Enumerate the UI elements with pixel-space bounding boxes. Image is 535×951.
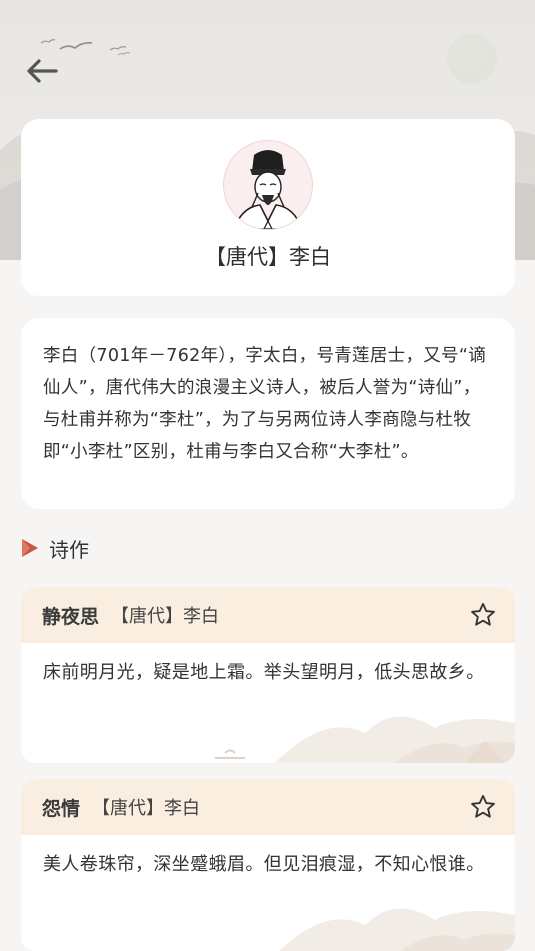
poem-title: 怨情 <box>42 797 81 820</box>
author-card: 【唐代】李白 <box>21 119 515 296</box>
poem-author: 【唐代】李白 <box>92 798 201 819</box>
section-title: 诗作 <box>49 537 89 562</box>
back-button[interactable] <box>22 54 62 88</box>
poem-text: 床前明月光，疑是地上霜。举头望明月，低头思故乡。 <box>43 662 485 683</box>
poem-body: 床前明月光，疑是地上霜。举头望明月，低头思故乡。 <box>21 643 515 763</box>
poem-title: 静夜思 <box>42 605 100 628</box>
star-outline-icon <box>471 794 495 818</box>
favorite-button[interactable] <box>469 793 497 821</box>
star-outline-icon <box>471 602 495 626</box>
author-avatar <box>223 140 313 230</box>
poem-card[interactable]: 怨情 【唐代】李白 美人卷珠帘，深坐蹙蛾眉。但见泪痕湿，不知心恨谁。 <box>21 779 515 951</box>
moon-decoration <box>447 34 497 84</box>
triangle-play-icon <box>22 539 38 557</box>
poem-card-header: 怨情 【唐代】李白 <box>21 779 515 835</box>
poem-body: 美人卷珠帘，深坐蹙蛾眉。但见泪痕湿，不知心恨谁。 <box>21 835 515 951</box>
author-name: 【唐代】李白 <box>205 245 331 269</box>
poem-author: 【唐代】李白 <box>111 606 220 627</box>
poet-portrait-icon <box>233 150 303 229</box>
section-header: 诗作 <box>21 533 89 563</box>
author-intro-text: 李白（701年－762年），字太白，号青莲居士，又号“谪仙人”，唐代伟大的浪漫主… <box>43 346 487 462</box>
author-intro-card: 李白（701年－762年），字太白，号青莲居士，又号“谪仙人”，唐代伟大的浪漫主… <box>21 318 515 509</box>
poem-card-header: 静夜思 【唐代】李白 <box>21 587 515 643</box>
arrow-left-icon <box>27 59 58 83</box>
favorite-button[interactable] <box>469 601 497 629</box>
poem-text: 美人卷珠帘，深坐蹙蛾眉。但见泪痕湿，不知心恨谁。 <box>43 854 485 875</box>
poem-card[interactable]: 静夜思 【唐代】李白 床前明月光，疑是地上霜。举头望明月，低头思故乡。 <box>21 587 515 763</box>
